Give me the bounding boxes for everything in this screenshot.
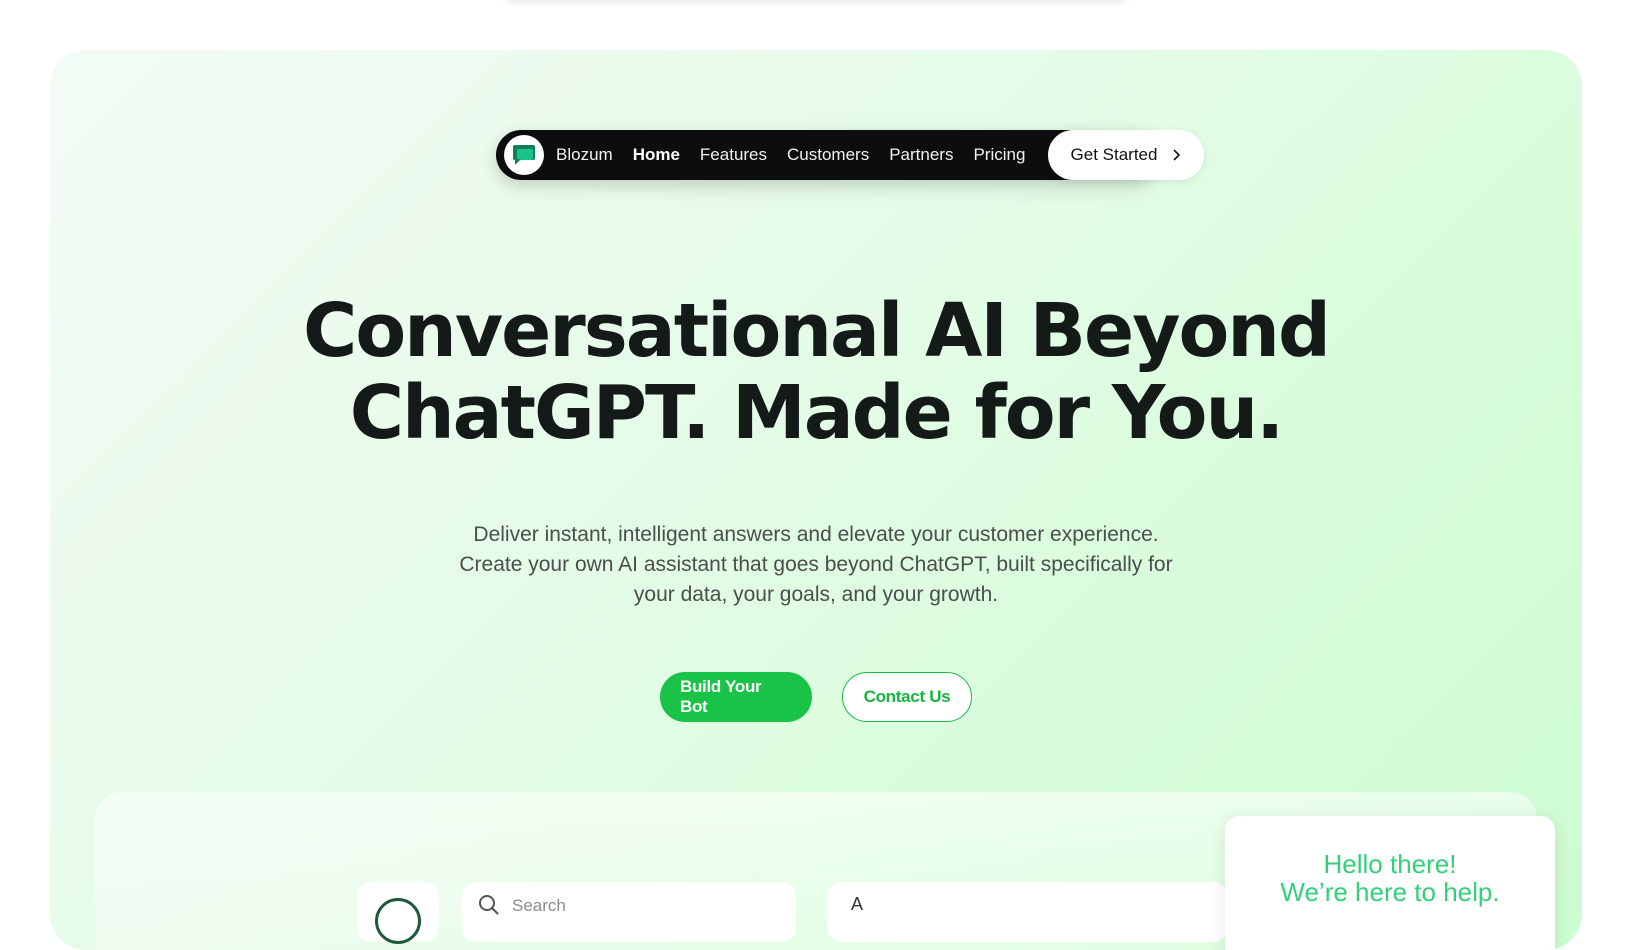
preview-content-panel: A <box>827 882 1227 942</box>
chevron-right-icon <box>1173 149 1181 161</box>
chat-greeting-line-1: Hello there! <box>1323 849 1457 879</box>
nav-item-customers[interactable]: Customers <box>787 145 869 165</box>
chat-greeting-line-2: We’re here to help. <box>1280 877 1500 907</box>
avatar <box>375 898 421 944</box>
get-started-label: Get Started <box>1070 145 1158 164</box>
subtext-line-3: your data, your goals, and your growth. <box>633 583 999 606</box>
preview-search-box[interactable]: Search <box>462 882 796 942</box>
nav-brand-name[interactable]: Blozum <box>556 145 613 165</box>
hero-headline: Conversational AI Beyond ChatGPT. Made f… <box>50 290 1582 454</box>
subtext-line-2: Create your own AI assistant that goes b… <box>459 553 1173 576</box>
headline-line-2: ChatGPT. Made for You. <box>349 370 1285 456</box>
brand-logo[interactable] <box>504 135 544 175</box>
search-placeholder: Search <box>512 896 566 915</box>
headline-line-1: Conversational AI Beyond <box>303 288 1331 374</box>
nav-item-features[interactable]: Features <box>700 145 767 165</box>
cta-row: Build Your Bot Contact Us <box>50 672 1582 722</box>
contact-us-button[interactable]: Contact Us <box>842 672 972 722</box>
nav-item-partners[interactable]: Partners <box>889 145 953 165</box>
preview-avatar-panel <box>357 882 439 944</box>
search-icon <box>479 895 499 915</box>
hero-subtext: Deliver instant, intelligent answers and… <box>50 520 1582 610</box>
nav-item-pricing[interactable]: Pricing <box>973 145 1025 165</box>
build-your-bot-button[interactable]: Build Your Bot <box>660 672 812 722</box>
chat-greeting-card: Hello there! We’re here to help. <box>1225 816 1555 950</box>
product-preview: Search A Hello there! We’re here to help… <box>95 792 1555 950</box>
hero-section: Blozum Home Features Customers Partners … <box>50 50 1582 950</box>
nav-items: Blozum Home Features Customers Partners … <box>556 130 1025 180</box>
main-navigation: Blozum Home Features Customers Partners … <box>496 130 1206 180</box>
subtext-line-1: Deliver instant, intelligent answers and… <box>473 523 1159 546</box>
chat-bubble-logo-icon <box>513 145 535 165</box>
get-started-button[interactable]: Get Started <box>1048 130 1204 180</box>
nav-item-home[interactable]: Home <box>633 145 680 165</box>
